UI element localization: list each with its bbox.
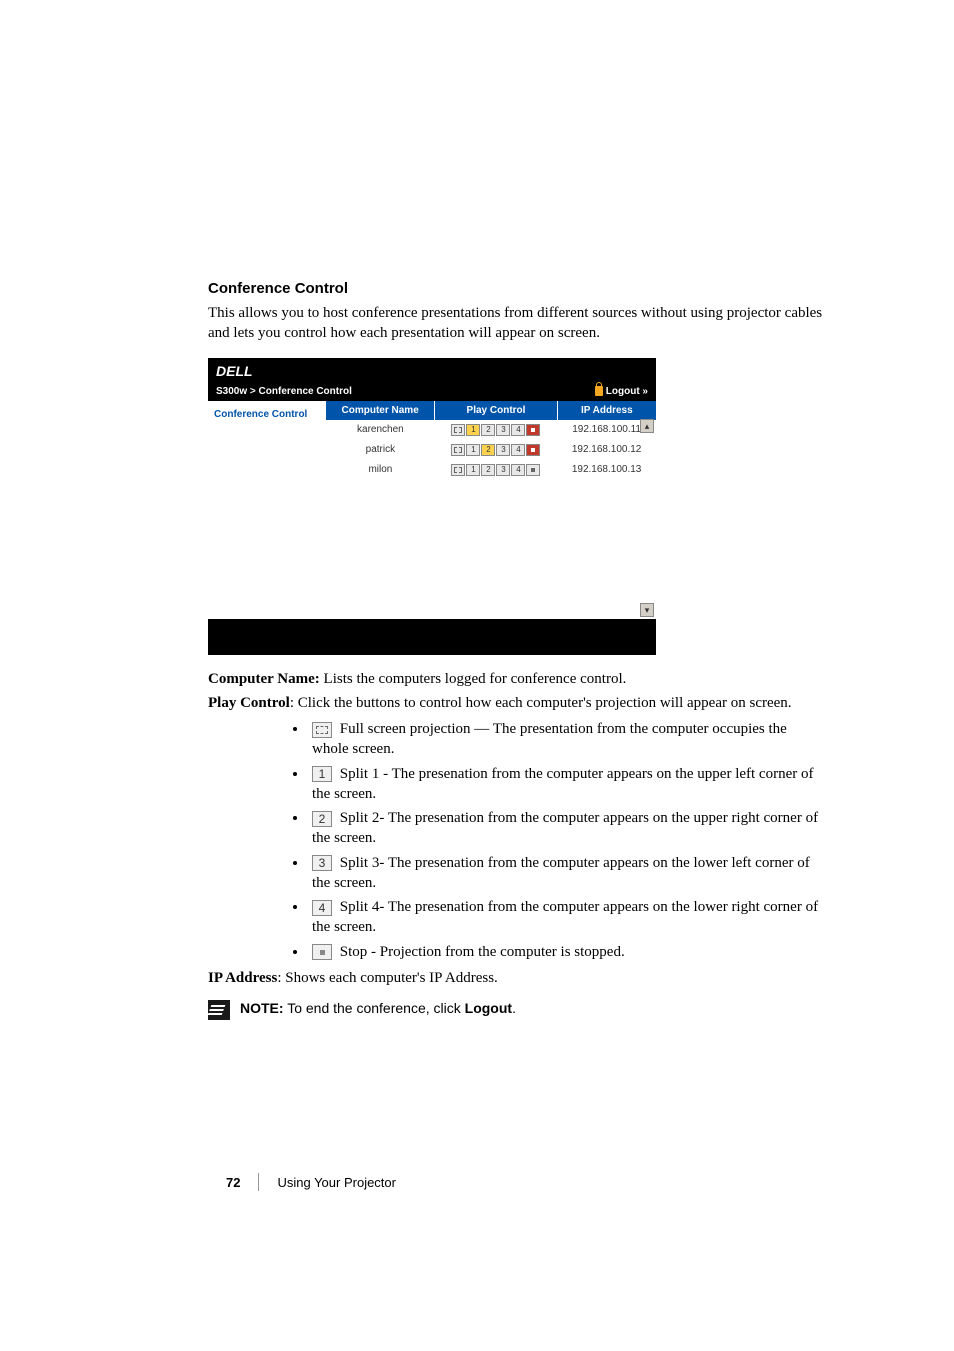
cell-ip: 192.168.100.13	[557, 460, 656, 480]
split1-icon: 1	[312, 766, 332, 782]
computer-name-text: Lists the computers logged for conferenc…	[320, 671, 627, 687]
conference-table: Computer Name Play Control IP Address ka…	[326, 401, 656, 480]
stop-icon	[312, 944, 332, 960]
split4-desc: Split 4- The presenation from the comput…	[312, 899, 818, 935]
fullscreen-icon	[312, 722, 332, 738]
stop-button[interactable]	[526, 464, 540, 476]
play-control-term: Play Control	[208, 695, 290, 711]
app-footer	[208, 619, 656, 655]
ip-address-term: IP Address	[208, 970, 277, 986]
list-item: Full screen projection — The presentatio…	[308, 719, 824, 760]
play-control-desc: Play Control: Click the buttons to contr…	[208, 693, 824, 713]
fullscreen-button[interactable]	[451, 464, 465, 476]
note: NOTE: To end the conference, click Logou…	[208, 1000, 824, 1020]
scroll-down-button[interactable]: ▾	[640, 603, 654, 617]
col-ip-address: IP Address	[557, 401, 656, 420]
breadcrumb-sep: >	[250, 386, 256, 397]
cell-computer-name: patrick	[326, 440, 435, 460]
stop-desc: Stop - Projection from the computer is s…	[336, 944, 625, 960]
section-title: Conference Control	[208, 280, 824, 297]
table-row: milon 1 2 3 4	[326, 460, 656, 480]
split4-button[interactable]: 4	[511, 464, 525, 476]
main-panel: Computer Name Play Control IP Address ka…	[326, 401, 656, 619]
ip-address-desc: IP Address: Shows each computer's IP Add…	[208, 968, 824, 988]
breadcrumb-page: Conference Control	[259, 386, 352, 397]
split1-button[interactable]: 1	[466, 424, 480, 436]
note-before: To end the conference, click	[284, 1000, 465, 1016]
stop-button[interactable]	[526, 444, 540, 456]
split4-icon: 4	[312, 900, 332, 916]
cell-play-control: 1 2 3 4	[435, 440, 557, 460]
split2-desc: Split 2- The presenation from the comput…	[312, 810, 818, 846]
scroll-up-button[interactable]: ▴	[640, 419, 654, 433]
split2-button[interactable]: 2	[481, 424, 495, 436]
logo-text: DELL	[216, 364, 253, 378]
split4-button[interactable]: 4	[511, 444, 525, 456]
section-intro: This allows you to host conference prese…	[208, 303, 824, 344]
split3-button[interactable]: 3	[496, 444, 510, 456]
split1-desc: Split 1 - The presenation from the compu…	[312, 766, 813, 802]
cell-ip: 192.168.100.12	[557, 440, 656, 460]
list-item: Stop - Projection from the computer is s…	[308, 942, 824, 962]
logout-label: Logout »	[606, 386, 648, 397]
split3-button[interactable]: 3	[496, 464, 510, 476]
page-number: 72	[226, 1175, 240, 1190]
conference-control-app: DELL S300w > Conference Control Logout »…	[208, 358, 656, 655]
split2-button[interactable]: 2	[481, 464, 495, 476]
note-after: .	[512, 1000, 516, 1016]
cell-play-control: 1 2 3 4	[435, 460, 557, 480]
ip-address-text: : Shows each computer's IP Address.	[277, 970, 497, 986]
split2-button[interactable]: 2	[481, 444, 495, 456]
split1-button[interactable]: 1	[466, 444, 480, 456]
split3-icon: 3	[312, 855, 332, 871]
cell-computer-name: milon	[326, 460, 435, 480]
col-play-control: Play Control	[435, 401, 557, 420]
split3-button[interactable]: 3	[496, 424, 510, 436]
split1-button[interactable]: 1	[466, 464, 480, 476]
breadcrumb: S300w > Conference Control Logout »	[208, 382, 656, 401]
note-text: NOTE: To end the conference, click Logou…	[240, 1000, 516, 1016]
split3-desc: Split 3- The presenation from the comput…	[312, 855, 810, 891]
fullscreen-button[interactable]	[451, 424, 465, 436]
dell-logo: DELL	[208, 358, 656, 382]
split2-icon: 2	[312, 811, 332, 827]
table-row: karenchen 1 2 3 4	[326, 420, 656, 440]
lock-icon	[595, 386, 603, 396]
computer-name-term: Computer Name:	[208, 671, 320, 687]
note-logout-word: Logout	[465, 1000, 512, 1016]
col-computer-name: Computer Name	[326, 401, 435, 420]
cell-computer-name: karenchen	[326, 420, 435, 440]
note-label: NOTE:	[240, 1000, 284, 1016]
split4-button[interactable]: 4	[511, 424, 525, 436]
footer-divider	[258, 1173, 259, 1191]
list-item: 4 Split 4- The presenation from the comp…	[308, 897, 824, 938]
sidebar-item-conference-control[interactable]: Conference Control	[214, 409, 320, 420]
fullscreen-button[interactable]	[451, 444, 465, 456]
list-item: 3 Split 3- The presenation from the comp…	[308, 853, 824, 894]
fullscreen-desc: Full screen projection — The presentatio…	[312, 721, 787, 757]
table-row: patrick 1 2 3 4	[326, 440, 656, 460]
page-footer: 72 Using Your Projector	[226, 1173, 396, 1191]
play-control-text: : Click the buttons to control how each …	[290, 695, 792, 711]
chapter-name: Using Your Projector	[277, 1175, 396, 1190]
play-control-list: Full screen projection — The presentatio…	[308, 719, 824, 962]
cell-play-control: 1 2 3 4	[435, 420, 557, 440]
sidebar: Conference Control	[208, 401, 326, 619]
note-icon	[208, 1000, 230, 1020]
computer-name-desc: Computer Name: Lists the computers logge…	[208, 669, 824, 689]
list-item: 1 Split 1 - The presenation from the com…	[308, 764, 824, 805]
logout-link[interactable]: Logout »	[595, 386, 648, 397]
list-item: 2 Split 2- The presenation from the comp…	[308, 808, 824, 849]
stop-button[interactable]	[526, 424, 540, 436]
breadcrumb-model: S300w	[216, 386, 247, 397]
